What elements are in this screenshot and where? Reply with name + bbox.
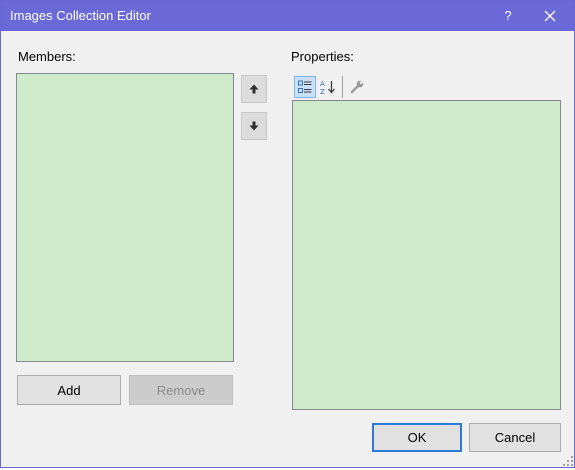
alphabetical-view-button[interactable]: A Z <box>317 76 339 98</box>
window-title: Images Collection Editor <box>10 8 151 23</box>
svg-text:A: A <box>320 80 325 88</box>
size-grip-icon <box>563 456 573 466</box>
categorized-view-button[interactable] <box>294 76 316 98</box>
arrow-up-icon <box>249 84 259 94</box>
close-button[interactable] <box>539 5 561 27</box>
properties-label: Properties: <box>291 49 354 64</box>
svg-text:Z: Z <box>320 88 325 95</box>
move-down-button[interactable] <box>241 112 267 140</box>
alphabetical-sort-icon: A Z <box>320 80 335 95</box>
resize-grip[interactable] <box>562 455 574 467</box>
categorized-icon <box>298 80 312 93</box>
members-list[interactable] <box>16 73 234 362</box>
remove-button[interactable]: Remove <box>129 375 233 405</box>
ok-button[interactable]: OK <box>372 423 462 452</box>
property-pages-button[interactable] <box>346 76 368 98</box>
title-bar[interactable]: Images Collection Editor ? <box>1 1 574 31</box>
arrow-down-icon <box>249 121 259 131</box>
wrench-icon <box>350 80 364 94</box>
cancel-button[interactable]: Cancel <box>469 423 561 452</box>
help-button[interactable]: ? <box>498 5 518 27</box>
close-icon <box>544 10 556 22</box>
move-up-button[interactable] <box>241 75 267 103</box>
toolbar-separator <box>342 76 343 98</box>
property-grid[interactable] <box>292 100 561 410</box>
add-button[interactable]: Add <box>17 375 121 405</box>
collection-editor-dialog: Images Collection Editor ? Members: Add … <box>0 0 575 468</box>
members-label: Members: <box>18 49 76 64</box>
